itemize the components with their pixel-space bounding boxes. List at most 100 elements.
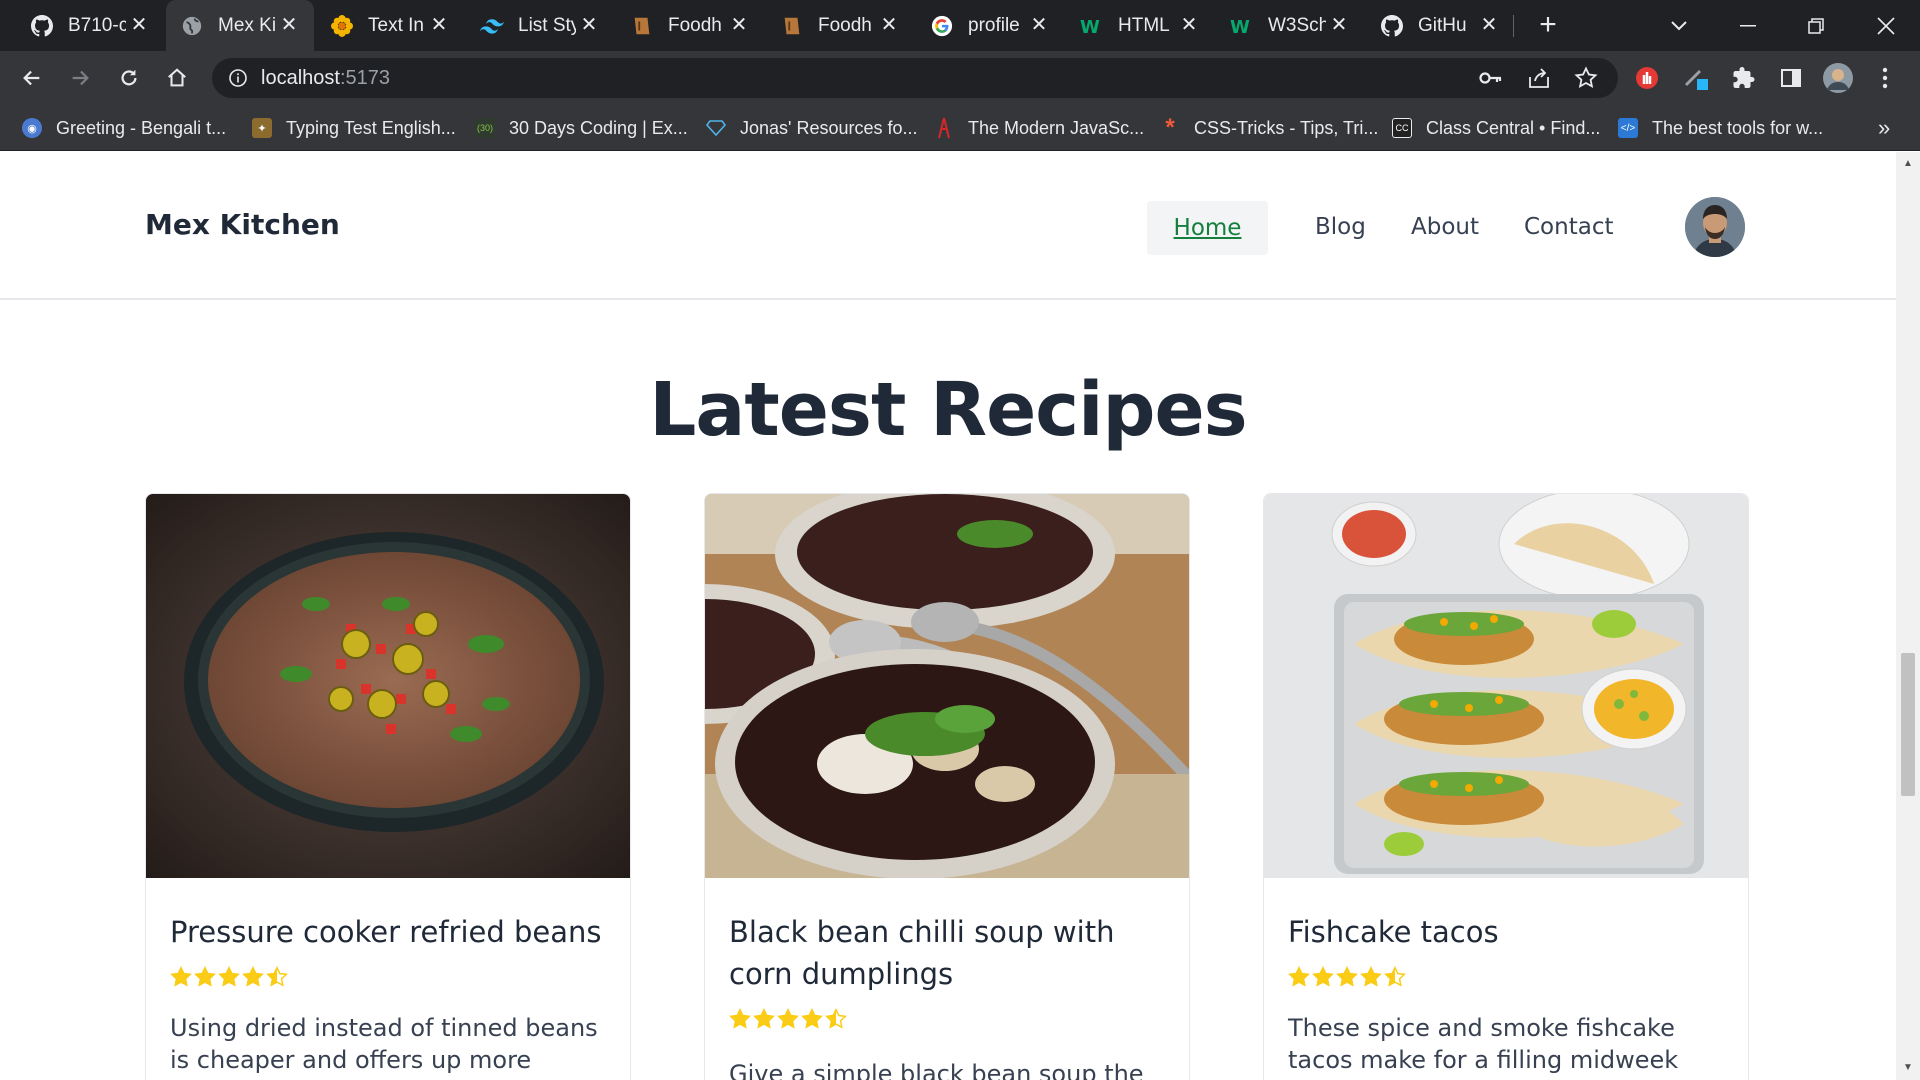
close-icon[interactable]: ✕ — [728, 14, 750, 36]
bookmark-item[interactable]: CC Class Central • Find... — [1392, 105, 1600, 151]
star-full-icon — [1336, 966, 1358, 987]
avatar[interactable] — [1685, 197, 1745, 257]
recipe-title[interactable]: Black bean chilli soup with corn dumplin… — [729, 911, 1169, 995]
recipe-image — [1264, 494, 1748, 878]
back-button[interactable] — [17, 63, 47, 93]
reload-button[interactable] — [114, 63, 144, 93]
bookmark-item[interactable]: ◉ Greeting - Bengali t... — [22, 105, 226, 151]
extension-picker-button[interactable] — [1682, 63, 1712, 93]
tab-strip: B710-c ✕ Mex Ki ✕ Text In ✕ List Sty ✕ F… — [0, 0, 1920, 51]
tailwind-icon — [480, 14, 504, 38]
site-brand[interactable]: Mex Kitchen — [145, 208, 340, 241]
nav-link-about[interactable]: About — [1411, 214, 1479, 240]
tab-3[interactable]: Text In ✕ — [316, 0, 464, 51]
recipe-card[interactable]: Fishcake tacos These spice and smoke fis… — [1263, 493, 1749, 1080]
side-panel-button[interactable] — [1776, 63, 1806, 93]
close-window-button[interactable] — [1852, 0, 1920, 51]
star-full-icon — [194, 966, 216, 987]
extensions-button[interactable] — [1729, 63, 1759, 93]
tab-2[interactable]: Mex Ki ✕ — [166, 0, 314, 51]
close-icon[interactable]: ✕ — [428, 14, 450, 36]
coding-icon: (30) — [475, 118, 495, 138]
restore-icon — [1808, 17, 1824, 34]
tab-label: B710-c — [68, 14, 126, 36]
tab-7[interactable]: profile ✕ — [916, 0, 1064, 51]
bookmark-item[interactable]: (30) 30 Days Coding | Ex... — [475, 105, 688, 151]
recipe-title[interactable]: Fishcake tacos — [1288, 911, 1728, 953]
minimize-button[interactable] — [1714, 0, 1782, 51]
reload-icon — [121, 69, 137, 86]
globe-icon — [180, 14, 204, 38]
bookmark-item[interactable]: The Modern JavaSc... — [934, 105, 1144, 151]
restore-button[interactable] — [1782, 0, 1850, 51]
bookmark-label: The Modern JavaSc... — [968, 117, 1145, 138]
scrollbar-thumb[interactable] — [1901, 653, 1915, 796]
more-bookmarks-button[interactable]: » — [1878, 105, 1890, 151]
recipe-card[interactable]: Black bean chilli soup with corn dumplin… — [704, 493, 1190, 1080]
tab-8[interactable]: W HTML ✕ — [1066, 0, 1214, 51]
foodhub-icon — [780, 14, 804, 38]
code-icon: </> — [1618, 118, 1638, 138]
tab-1[interactable]: B710-c ✕ — [16, 0, 164, 51]
close-icon[interactable]: ✕ — [278, 14, 300, 36]
tab-separator — [1513, 15, 1514, 37]
nav-link-home[interactable]: Home — [1147, 201, 1268, 255]
recipe-description: These spice and smoke fishcake tacos mak… — [1288, 1014, 1679, 1080]
url-text: localhost:5173 — [261, 67, 390, 90]
bookmark-item[interactable]: * CSS-Tricks - Tips, Tri... — [1160, 105, 1378, 151]
info-icon[interactable] — [228, 68, 248, 88]
extension-hand-button[interactable] — [1632, 63, 1662, 93]
close-icon[interactable]: ✕ — [128, 14, 150, 36]
star-half-icon — [266, 966, 288, 987]
tab-label: profile — [968, 14, 1020, 36]
bookmark-item[interactable]: ✦ Typing Test English... — [252, 105, 456, 151]
close-icon[interactable]: ✕ — [878, 14, 900, 36]
recipe-image — [146, 494, 630, 878]
new-tab-button[interactable]: + — [1532, 10, 1564, 42]
rating-stars — [1288, 966, 1406, 988]
nav-link-blog[interactable]: Blog — [1315, 214, 1366, 240]
key-icon[interactable] — [1479, 68, 1503, 88]
github-icon — [1380, 14, 1404, 38]
tab-6[interactable]: Foodh ✕ — [766, 0, 914, 51]
tab-5[interactable]: Foodh ✕ — [616, 0, 764, 51]
asterisk-icon: * — [1165, 114, 1175, 141]
share-icon[interactable] — [1527, 67, 1551, 89]
w3schools-icon: W — [1230, 14, 1254, 38]
svg-text:W: W — [1080, 17, 1100, 36]
tab-9[interactable]: W W3Sch ✕ — [1216, 0, 1364, 51]
w3schools-icon: W — [1080, 14, 1104, 38]
recipe-title[interactable]: Pressure cooker refried beans — [170, 911, 610, 953]
bookmark-item[interactable]: Jonas' Resources fo... — [706, 105, 918, 151]
close-icon[interactable]: ✕ — [1478, 14, 1500, 36]
profile-button[interactable] — [1823, 63, 1853, 93]
address-bar[interactable]: localhost:5173 — [212, 58, 1618, 98]
greeting-icon: ◉ — [22, 118, 42, 138]
close-icon[interactable]: ✕ — [1328, 14, 1350, 36]
recipe-card[interactable]: Pressure cooker refried beans Using drie… — [145, 493, 631, 1080]
menu-button[interactable] — [1870, 63, 1900, 93]
scroll-down-icon[interactable]: ▼ — [1902, 1062, 1914, 1074]
close-icon[interactable]: ✕ — [1178, 14, 1200, 36]
page-scrollbar[interactable]: ▲ ▼ — [1896, 152, 1920, 1080]
tab-label: GitHu — [1418, 14, 1467, 36]
tab-4[interactable]: List Sty ✕ — [466, 0, 614, 51]
close-icon[interactable]: ✕ — [1028, 14, 1050, 36]
close-icon[interactable]: ✕ — [578, 14, 600, 36]
bookmarks-bar: ◉ Greeting - Bengali t... ✦ Typing Test … — [0, 105, 1920, 151]
tab-10[interactable]: GitHu ✕ — [1366, 0, 1514, 51]
rating-stars — [170, 966, 288, 988]
flower-icon — [330, 14, 354, 38]
classcentral-icon: CC — [1392, 118, 1412, 138]
google-icon — [930, 14, 954, 38]
nav-link-contact[interactable]: Contact — [1524, 214, 1613, 240]
scroll-up-icon[interactable]: ▲ — [1902, 158, 1914, 170]
diamond-icon — [706, 118, 726, 138]
forward-button[interactable] — [65, 63, 95, 93]
home-button[interactable] — [162, 63, 192, 93]
close-icon — [1877, 16, 1895, 35]
bookmark-item[interactable]: </> The best tools for w... — [1618, 105, 1823, 151]
tab-search-button[interactable] — [1645, 0, 1713, 51]
site-navbar: Mex Kitchen Home Blog About Contact — [0, 152, 1896, 300]
star-icon[interactable] — [1574, 66, 1598, 90]
